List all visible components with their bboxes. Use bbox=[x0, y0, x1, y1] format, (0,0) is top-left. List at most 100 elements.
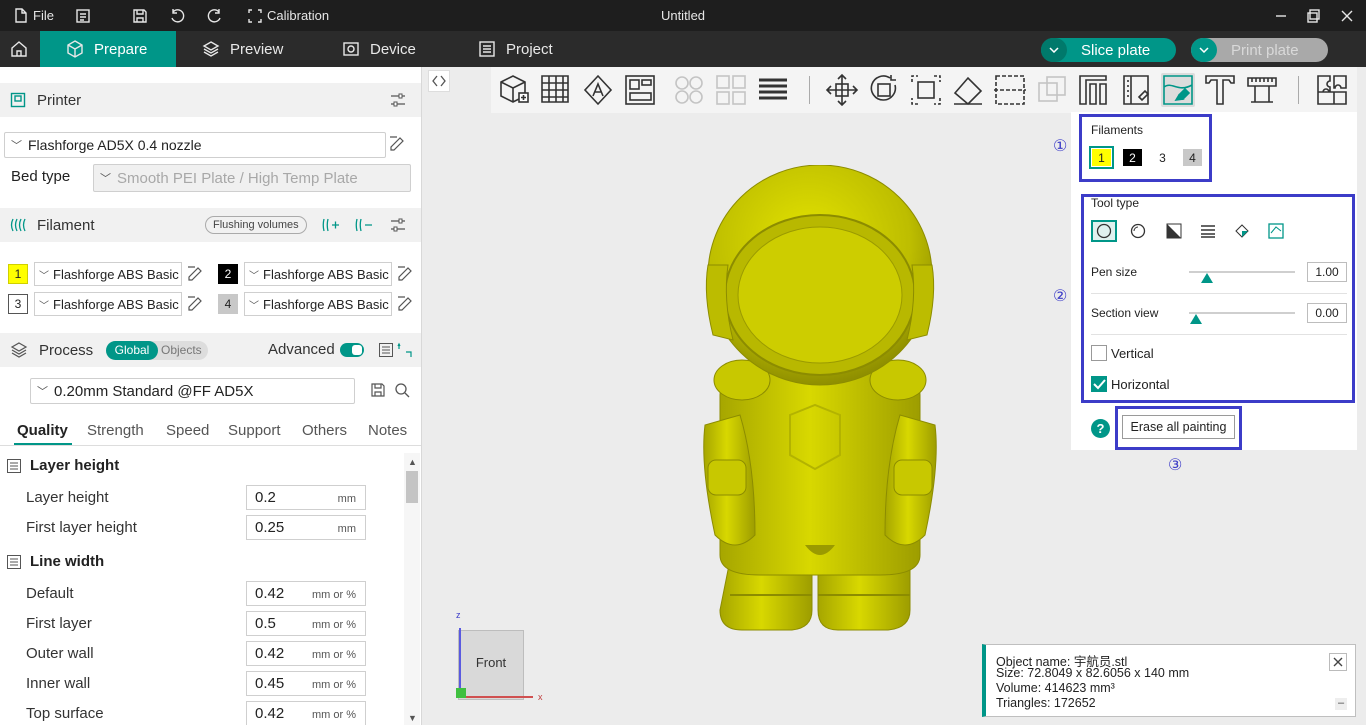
list-menu-icon[interactable] bbox=[75, 0, 91, 31]
edit-icon[interactable] bbox=[187, 296, 203, 312]
filament-badge-3[interactable]: 3 bbox=[8, 294, 28, 314]
tab-support[interactable]: Support bbox=[228, 422, 281, 439]
chevron-down-icon[interactable] bbox=[1041, 38, 1067, 62]
save-preset-icon[interactable] bbox=[370, 382, 386, 398]
remove-filament-icon[interactable] bbox=[355, 216, 373, 234]
tab-prepare[interactable]: Prepare bbox=[40, 31, 176, 67]
move-icon[interactable] bbox=[825, 73, 859, 107]
tab-quality[interactable]: Quality bbox=[17, 422, 68, 439]
seam-paint-icon[interactable] bbox=[1119, 73, 1153, 107]
first-layer-line-width-input[interactable]: 0.5 mm or % bbox=[246, 611, 366, 636]
pen-size-slider-thumb[interactable] bbox=[1201, 273, 1213, 283]
split-objects-icon[interactable] bbox=[672, 73, 706, 107]
inner-wall-input[interactable]: 0.45 mm or % bbox=[246, 671, 366, 696]
global-tab[interactable]: Global bbox=[106, 341, 158, 360]
pen-size-input[interactable]: 1.00 bbox=[1307, 262, 1347, 282]
help-icon[interactable]: ? bbox=[1091, 419, 1110, 438]
maximize-icon[interactable] bbox=[1307, 0, 1321, 31]
tab-preview[interactable]: Preview bbox=[176, 31, 309, 67]
edit-icon[interactable] bbox=[397, 296, 413, 312]
file-menu[interactable]: File bbox=[14, 0, 54, 31]
vertical-checkbox[interactable] bbox=[1091, 345, 1107, 361]
section-view-slider[interactable] bbox=[1189, 312, 1295, 314]
tab-notes[interactable]: Notes bbox=[368, 422, 407, 439]
edit-icon[interactable] bbox=[187, 266, 203, 282]
color-paint-icon[interactable] bbox=[1161, 73, 1195, 107]
lay-on-face-icon[interactable] bbox=[951, 73, 985, 107]
close-info-icon[interactable] bbox=[1329, 653, 1347, 671]
height-range-tool[interactable] bbox=[1195, 220, 1221, 242]
flushing-volumes-button[interactable]: Flushing volumes bbox=[205, 216, 307, 234]
tab-others[interactable]: Others bbox=[302, 422, 347, 439]
process-preset-select[interactable]: ﹀ 0.20mm Standard @FF AD5X bbox=[30, 378, 355, 404]
assembly-icon[interactable] bbox=[1315, 73, 1349, 107]
erase-all-painting-button[interactable]: Erase all painting bbox=[1122, 415, 1235, 439]
minimize-icon[interactable] bbox=[1274, 0, 1288, 31]
add-plate-icon[interactable] bbox=[539, 73, 573, 107]
variable-layer-icon[interactable] bbox=[756, 73, 790, 107]
horizontal-checkbox[interactable] bbox=[1091, 376, 1107, 392]
filament-badge-4[interactable]: 4 bbox=[218, 294, 238, 314]
slice-plate-button[interactable]: Slice plate bbox=[1041, 38, 1176, 62]
paint-filament-1[interactable]: 1 bbox=[1089, 146, 1114, 169]
add-filament-icon[interactable] bbox=[322, 216, 340, 234]
filament-select-3[interactable]: ﹀ Flashforge ABS Basic bbox=[34, 292, 182, 316]
tab-device[interactable]: Device bbox=[316, 31, 442, 67]
split-parts-icon[interactable] bbox=[714, 73, 748, 107]
support-paint-icon[interactable] bbox=[1077, 73, 1111, 107]
arrange-icon[interactable] bbox=[623, 73, 657, 107]
paint-filament-4[interactable]: 4 bbox=[1183, 149, 1202, 166]
measure-icon[interactable] bbox=[1245, 73, 1279, 107]
undo-icon[interactable] bbox=[169, 0, 185, 31]
gap-fill-tool[interactable] bbox=[1263, 220, 1289, 242]
calibration-menu[interactable]: Calibration bbox=[248, 0, 329, 31]
add-object-icon[interactable] bbox=[497, 73, 531, 107]
auto-orient-icon[interactable] bbox=[581, 73, 615, 107]
boolean-icon[interactable] bbox=[1035, 73, 1069, 107]
view-cube-front[interactable]: Front bbox=[458, 655, 524, 670]
layer-height-input[interactable]: 0.2 mm bbox=[246, 485, 366, 510]
tab-strength[interactable]: Strength bbox=[87, 422, 144, 439]
tab-speed[interactable]: Speed bbox=[166, 422, 209, 439]
collapse-panel-button[interactable] bbox=[428, 70, 450, 92]
paint-filament-2[interactable]: 2 bbox=[1123, 149, 1142, 166]
bed-type-select[interactable]: ﹀ Smooth PEI Plate / High Temp Plate bbox=[93, 164, 411, 192]
default-line-width-input[interactable]: 0.42 mm or % bbox=[246, 581, 366, 606]
filament-badge-2[interactable]: 2 bbox=[218, 264, 238, 284]
filament-select-1[interactable]: ﹀ Flashforge ABS Basic bbox=[34, 262, 182, 286]
edit-icon[interactable] bbox=[397, 266, 413, 282]
objects-tab[interactable]: Objects bbox=[161, 341, 202, 360]
outer-wall-input[interactable]: 0.42 mm or % bbox=[246, 641, 366, 666]
section-view-slider-thumb[interactable] bbox=[1190, 314, 1202, 324]
advanced-toggle[interactable] bbox=[340, 343, 364, 357]
circle-brush-tool[interactable] bbox=[1091, 220, 1117, 242]
home-button[interactable] bbox=[0, 31, 38, 67]
chevron-down-icon[interactable] bbox=[1191, 38, 1217, 62]
triangle-tool[interactable] bbox=[1161, 220, 1187, 242]
collapse-info-icon[interactable]: – bbox=[1335, 698, 1347, 710]
view-cube[interactable]: Front z x bbox=[448, 610, 548, 705]
filament-select-2[interactable]: ﹀ Flashforge ABS Basic bbox=[244, 262, 392, 286]
redo-icon[interactable] bbox=[207, 0, 223, 31]
settings-sliders-icon[interactable] bbox=[389, 216, 407, 234]
cut-icon[interactable] bbox=[993, 73, 1027, 107]
astronaut-model[interactable] bbox=[690, 165, 950, 645]
text-tool-icon[interactable] bbox=[1203, 73, 1237, 107]
print-plate-button[interactable]: Print plate bbox=[1191, 38, 1328, 62]
printer-select[interactable]: ﹀ Flashforge AD5X 0.4 nozzle bbox=[4, 132, 386, 158]
filament-badge-1[interactable]: 1 bbox=[8, 264, 28, 284]
rotate-icon[interactable] bbox=[867, 73, 901, 107]
first-layer-height-input[interactable]: 0.25 mm bbox=[246, 515, 366, 540]
close-icon[interactable] bbox=[1340, 0, 1354, 31]
filament-select-4[interactable]: ﹀ Flashforge ABS Basic bbox=[244, 292, 392, 316]
scale-icon[interactable] bbox=[909, 73, 943, 107]
save-icon[interactable] bbox=[132, 0, 148, 31]
scrollbar[interactable]: ▲ ▼ bbox=[404, 453, 420, 725]
section-view-input[interactable]: 0.00 bbox=[1307, 303, 1347, 323]
sphere-brush-tool[interactable] bbox=[1125, 220, 1151, 242]
search-icon[interactable] bbox=[394, 382, 410, 398]
tab-project[interactable]: Project bbox=[452, 31, 579, 67]
compare-icon[interactable] bbox=[397, 342, 413, 358]
fill-tool[interactable] bbox=[1229, 220, 1255, 242]
paint-filament-3[interactable]: 3 bbox=[1153, 149, 1172, 166]
